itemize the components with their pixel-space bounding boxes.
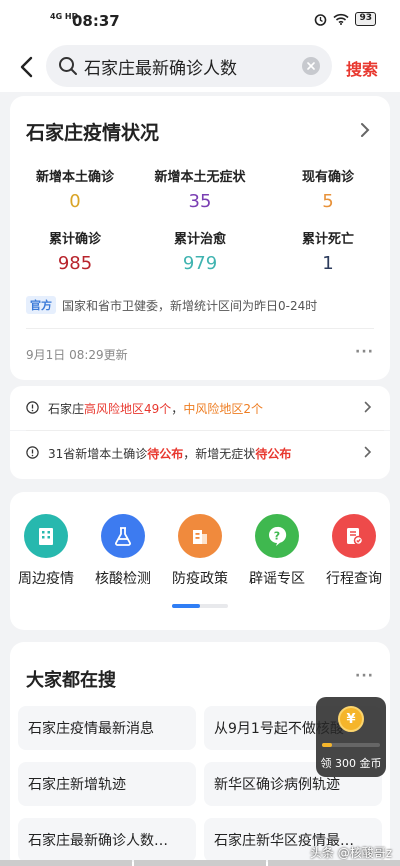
search-input[interactable] — [84, 45, 294, 87]
service-itinerary-query[interactable]: 行程查询 — [318, 514, 390, 588]
coin-reward-text: 领 300 金币 — [320, 757, 382, 770]
info-icon — [26, 401, 39, 414]
pending-text: 待公布 — [255, 447, 292, 461]
trending-item[interactable]: 石家庄最新确诊人数… — [18, 818, 196, 862]
source-row: 官方 国家和省市卫健委，新增统计区间为昨日0-24时 — [26, 296, 317, 314]
more-options-button[interactable]: ··· — [355, 668, 374, 684]
more-options-button[interactable]: ··· — [355, 344, 374, 360]
coin-reward-widget[interactable]: ¥ 领 300 金币 — [316, 697, 386, 777]
back-button[interactable] — [14, 54, 38, 80]
service-rumor-debunk[interactable]: ? 辟谣专区 — [241, 514, 313, 588]
alert-national-cases[interactable]: 31省新增本土确诊待公布，新增无症状待公布 — [10, 431, 390, 479]
watermark: 头条 @核酸哥z — [309, 846, 392, 860]
bottom-edge — [0, 860, 400, 866]
building-icon — [24, 514, 68, 558]
coin-icon: ¥ — [338, 706, 364, 732]
alert-text-part: 31省新增本土确诊 — [48, 447, 148, 461]
stat-new-local-confirmed: 新增本土确诊 0 — [10, 166, 140, 212]
divider — [26, 328, 374, 329]
services-card: 周边疫情 核酸检测 防疫政策 ? 辟谣专区 行程查询 — [10, 492, 390, 630]
service-label: 辟谣专区 — [249, 571, 305, 587]
coin-progress-fill — [322, 743, 332, 747]
policy-icon — [178, 514, 222, 558]
official-badge: 官方 — [26, 296, 56, 314]
alert-text-part: ， — [171, 402, 184, 416]
alert-risk-areas[interactable]: 石家庄高风险地区49个，中风险地区2个 — [10, 386, 390, 430]
back-arrow-icon — [20, 56, 33, 78]
epidemic-overview-card: 石家庄疫情状况 新增本土确诊 0 新增本土无症状 35 现有确诊 5 累计确诊 … — [10, 96, 390, 380]
stat-value: 1 — [322, 253, 334, 274]
alarm-icon — [315, 13, 327, 26]
alert-text-part: ，新增无症状 — [183, 447, 256, 461]
stat-value: 979 — [182, 253, 218, 274]
medium-risk-text: 中风险地区2个 — [183, 402, 263, 416]
alert-text-part: 石家庄 — [48, 402, 85, 416]
pending-text: 待公布 — [147, 447, 184, 461]
stat-label: 累计确诊 — [48, 232, 101, 247]
trending-item[interactable]: 石家庄疫情最新消息 — [18, 706, 196, 750]
alert-text: 31省新增本土确诊待公布，新增无症状待公布 — [48, 445, 291, 462]
stat-label: 现有确诊 — [301, 170, 354, 185]
alert-text: 石家庄高风险地区49个，中风险地区2个 — [48, 400, 263, 417]
service-nearby-epidemic[interactable]: 周边疫情 — [10, 514, 82, 588]
page-indicator — [172, 604, 228, 608]
stat-value: 35 — [188, 191, 212, 212]
status-icons: 93 — [314, 12, 376, 26]
search-icon — [59, 57, 77, 75]
stat-new-asymptomatic: 新增本土无症状 35 — [135, 166, 265, 212]
stat-label: 累计死亡 — [301, 232, 354, 247]
wifi-icon — [333, 13, 350, 25]
info-icon — [26, 446, 39, 459]
stat-label: 新增本土确诊 — [35, 170, 114, 185]
itinerary-icon — [332, 514, 376, 558]
coin-progress-bar — [322, 743, 380, 747]
stat-total-recovered: 累计治愈 979 — [135, 228, 265, 274]
stat-total-confirmed: 累计确诊 985 — [10, 228, 140, 274]
stat-value: 5 — [322, 191, 334, 212]
stat-total-deaths: 累计死亡 1 — [263, 228, 390, 274]
chevron-right-icon — [364, 401, 372, 413]
trending-item[interactable]: 石家庄新增轨迹 — [18, 762, 196, 806]
battery-icon: 93 — [355, 12, 376, 26]
stat-value: 0 — [69, 191, 81, 212]
chevron-right-icon — [364, 446, 372, 458]
search-button[interactable]: 搜索 — [346, 56, 378, 80]
close-icon — [307, 62, 315, 70]
service-label: 防疫政策 — [172, 571, 228, 587]
updated-time: 9月1日 08:29更新 — [26, 348, 128, 362]
high-risk-text: 高风险地区49个 — [84, 402, 172, 416]
flask-icon — [101, 514, 145, 558]
service-label: 周边疫情 — [18, 571, 74, 587]
source-text: 国家和省市卫健委，新增统计区间为昨日0-24时 — [62, 298, 318, 313]
service-nucleic-test[interactable]: 核酸检测 — [87, 514, 159, 588]
search-box[interactable] — [46, 45, 332, 87]
service-label: 核酸检测 — [95, 571, 151, 587]
service-label: 行程查询 — [326, 571, 382, 587]
status-bar: 4G HD 08:37 93 — [0, 0, 400, 42]
stat-label: 新增本土无症状 — [154, 170, 246, 185]
clear-button[interactable] — [302, 57, 320, 75]
status-time: 08:37 — [72, 12, 120, 30]
chevron-right-icon[interactable] — [360, 122, 370, 138]
trending-title: 大家都在搜 — [26, 670, 116, 691]
overview-title[interactable]: 石家庄疫情状况 — [26, 118, 159, 145]
stat-label: 累计治愈 — [173, 232, 226, 247]
stat-value: 985 — [57, 253, 93, 274]
question-icon: ? — [255, 514, 299, 558]
page-indicator-active — [172, 604, 200, 608]
search-header: 搜索 — [0, 42, 400, 92]
service-prevention-policy[interactable]: 防疫政策 — [164, 514, 236, 588]
svg-text:?: ? — [274, 530, 280, 543]
stat-current-confirmed: 现有确诊 5 — [263, 166, 390, 212]
